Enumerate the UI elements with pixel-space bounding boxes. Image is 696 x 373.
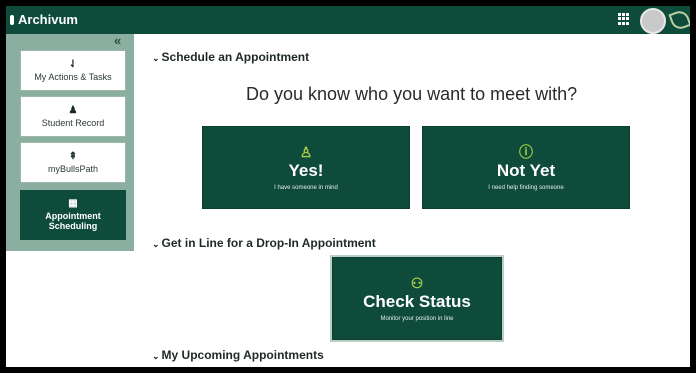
sidebar-item-mybullspath[interactable]: ⇞ myBullsPath (20, 142, 126, 183)
yes-button[interactable]: ♙ Yes! I have someone in mind (202, 126, 410, 209)
apps-grid-icon[interactable] (618, 13, 630, 25)
section-schedule-appointment[interactable]: ⌄ Schedule an Appointment (152, 50, 309, 64)
sidebar-item-appointment-scheduling[interactable]: ▦ Appointment Scheduling (20, 190, 126, 240)
chevron-down-icon: ⌄ (152, 53, 160, 63)
collapse-sidebar-icon[interactable]: « (114, 33, 121, 48)
section-title: My Upcoming Appointments (161, 348, 324, 362)
sidebar-item-my-actions[interactable]: ⇃ My Actions & Tasks (20, 50, 126, 91)
avatar[interactable] (640, 8, 666, 34)
section-drop-in[interactable]: ⌄ Get in Line for a Drop-In Appointment (152, 236, 376, 250)
browser-frame: Archivum ☆ « ⇃ My Actions & Tasks ♟ Stud… (6, 6, 690, 367)
yes-label: Yes! (288, 160, 324, 180)
person-icon: ♟ (68, 104, 78, 116)
check-status-label: Check Status (363, 291, 471, 311)
info-icon: ⓘ (519, 143, 533, 160)
brand-icon (10, 14, 14, 25)
person-icon: ♙ (299, 143, 313, 160)
top-bar: Archivum (6, 6, 690, 34)
not-yet-button[interactable]: ⓘ Not Yet I need help finding someone (422, 126, 630, 209)
app-brand[interactable]: Archivum (10, 12, 78, 27)
section-upcoming-appointments[interactable]: ⌄ My Upcoming Appointments (152, 348, 324, 362)
app-title: Archivum (18, 12, 78, 27)
bull-logo-icon (668, 8, 690, 32)
group-icon: ⚇ (410, 274, 424, 291)
signpost-icon: ⇞ (68, 150, 78, 162)
not-yet-subtext: I need help finding someone (488, 184, 564, 191)
sidebar-item-label: Appointment Scheduling (45, 211, 101, 231)
chevron-down-icon: ⌄ (152, 239, 160, 249)
check-status-subtext: Monitor your position in line (380, 315, 454, 322)
sidebar-item-label: myBullsPath (47, 163, 99, 174)
sidebar-item-student-record[interactable]: ♟ Student Record (20, 96, 126, 137)
actions-icon: ⇃ (68, 58, 78, 70)
check-status-button[interactable]: ⚇ Check Status Monitor your position in … (330, 255, 504, 342)
meeting-question: Do you know who you want to meet with? (246, 84, 578, 104)
yes-subtext: I have someone in mind (274, 184, 338, 191)
section-title: Get in Line for a Drop-In Appointment (161, 236, 376, 250)
sidebar: « ⇃ My Actions & Tasks ♟ Student Record … (6, 33, 134, 251)
not-yet-label: Not Yet (496, 160, 556, 180)
sidebar-item-label: My Actions & Tasks (34, 71, 112, 82)
main-content: ⌄ Schedule an Appointment Do you know who… (134, 34, 690, 367)
calendar-icon: ▦ (68, 198, 78, 209)
sidebar-item-label: Student Record (41, 117, 105, 128)
chevron-down-icon: ⌄ (152, 351, 160, 361)
section-title: Schedule an Appointment (161, 50, 310, 64)
